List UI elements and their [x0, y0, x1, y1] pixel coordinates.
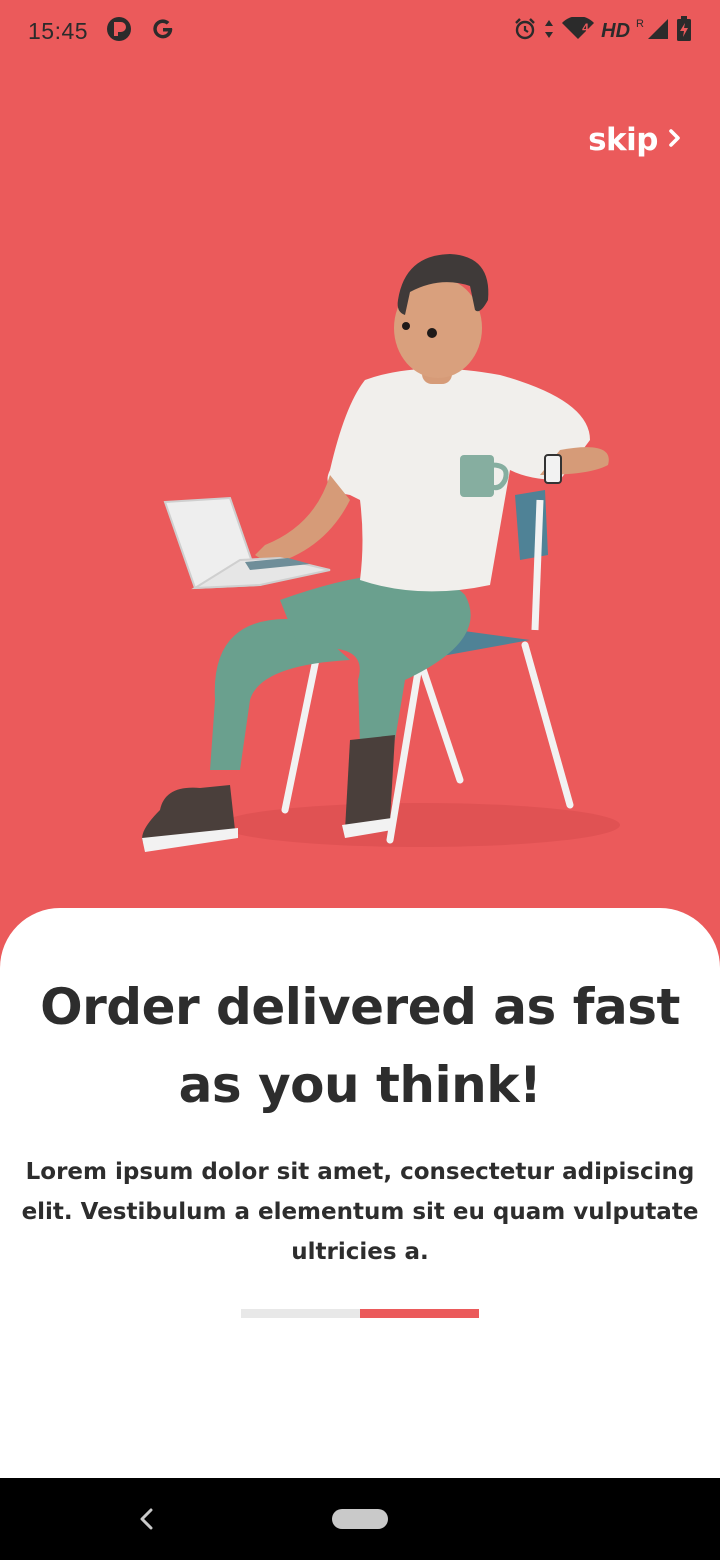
page-indicator-active: [360, 1309, 479, 1318]
home-pill-icon[interactable]: [332, 1509, 388, 1529]
system-navigation-bar: [0, 1478, 720, 1560]
onboarding-card: Order delivered as fast as you think! Lo…: [0, 908, 720, 1478]
status-bar: 15:45 4 HD R: [0, 0, 720, 62]
onboarding-title: Order delivered as fast as you think!: [40, 978, 680, 1114]
alarm-icon: [513, 17, 537, 45]
chevron-right-icon: [668, 128, 682, 152]
google-icon: [150, 16, 176, 46]
wifi-icon: 4: [561, 16, 595, 45]
onboarding-description: Lorem ipsum dolor sit amet, consectetur …: [21, 1159, 699, 1265]
battery-charging-icon: [676, 16, 692, 46]
signal-badge: 4: [582, 21, 589, 35]
network-type-label: HD: [601, 19, 631, 42]
data-arrows-icon: [543, 17, 555, 45]
back-icon[interactable]: [130, 1502, 164, 1536]
person-with-laptop-on-chair-illustration: [120, 240, 630, 880]
roaming-label: R: [636, 18, 644, 30]
page-indicator: [241, 1309, 479, 1318]
app-notification-icon: [106, 16, 132, 46]
status-time: 15:45: [28, 17, 89, 44]
status-left: 15:45: [28, 16, 176, 46]
signal-icon: [646, 17, 670, 45]
skip-label: skip: [588, 122, 658, 158]
status-right: 4 HD R: [513, 16, 692, 46]
onboarding-screen: 15:45 4 HD R skip Order delivered as fas…: [0, 0, 720, 1560]
skip-button[interactable]: skip: [588, 122, 682, 158]
